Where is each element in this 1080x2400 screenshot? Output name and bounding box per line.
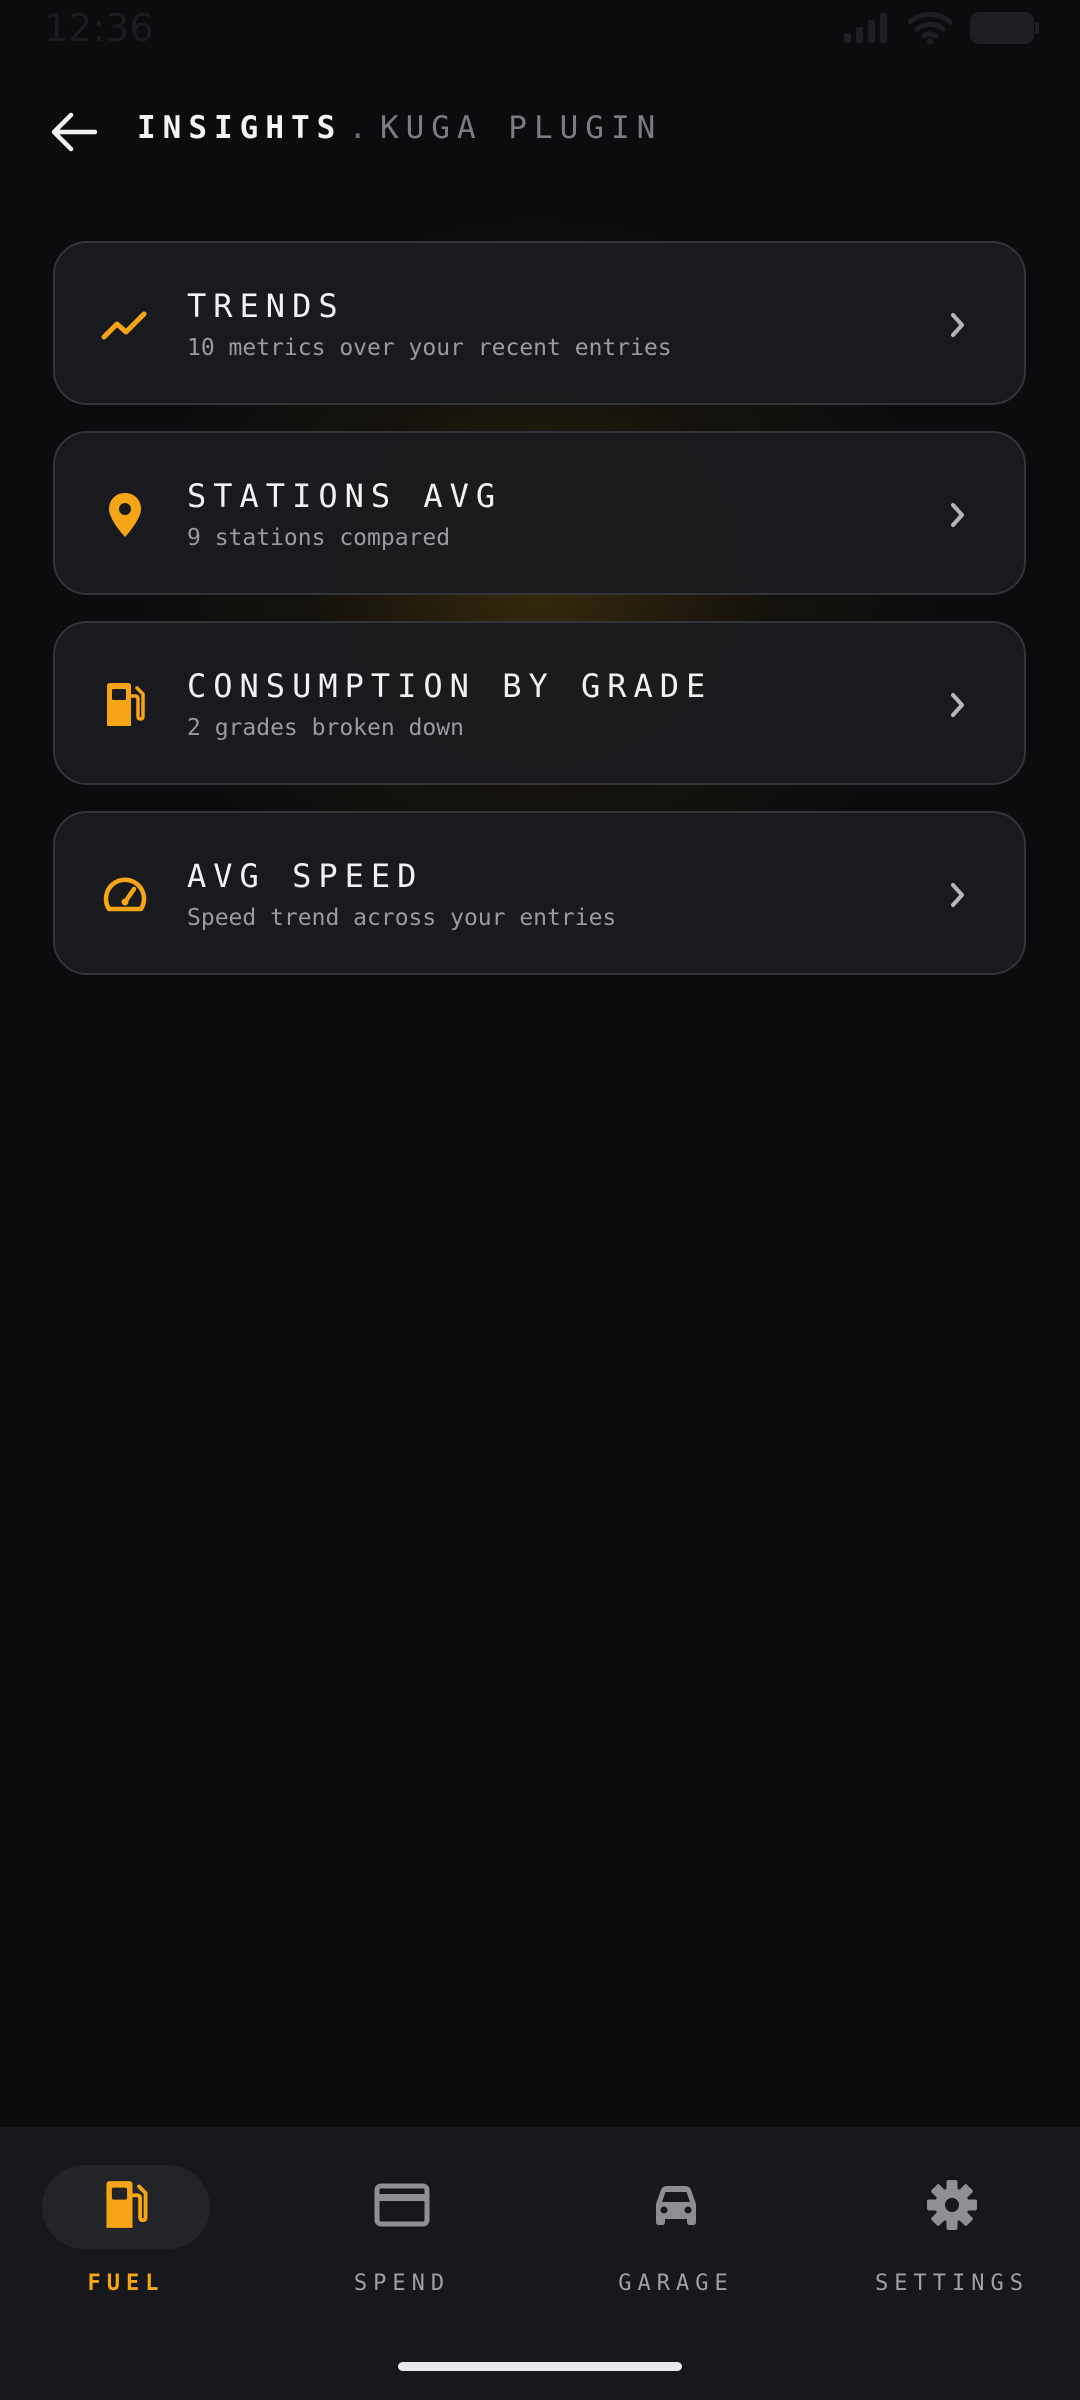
nav-icon-container [592, 2165, 760, 2249]
signal-icon [844, 13, 890, 43]
card-subtitle: Speed trend across your entries [187, 905, 617, 931]
battery-icon [970, 12, 1040, 44]
trending-up-icon [99, 299, 151, 351]
card-subtitle: 2 grades broken down [187, 715, 464, 741]
nav-item-spend[interactable]: SPEND [276, 2165, 496, 2325]
page-title-separator: . [348, 110, 374, 146]
chevron-right-icon [940, 875, 976, 915]
page-title-subtitle: KUGA PLUGIN [379, 110, 663, 146]
nav-item-settings[interactable]: SETTINGS [826, 2165, 1046, 2325]
gear-icon [926, 2179, 978, 2235]
car-icon [650, 2182, 702, 2232]
fuel-pump-icon [99, 679, 151, 731]
credit-card-icon [374, 2183, 430, 2231]
card-subtitle: 10 metrics over your recent entries [187, 335, 672, 361]
fuel-pump-icon [103, 2180, 149, 2234]
chevron-right-icon [940, 305, 976, 345]
nav-icon-container [318, 2165, 486, 2249]
speedometer-icon [99, 869, 151, 921]
status-icons [844, 12, 1040, 44]
page-title: INSIGHTS. KUGA PLUGIN [137, 110, 662, 146]
card-title: STATIONS AVG [187, 477, 503, 515]
bottom-navigation: FUEL SPEND GARAGE SETTINGS [0, 2127, 1080, 2400]
arrow-left-icon [51, 112, 98, 156]
insights-screen: 12:36 INSIGHTS . KUGA PLUGIN TRENDS 10 m… [0, 0, 1080, 2400]
chevron-right-icon [940, 685, 976, 725]
nav-label-settings: SETTINGS [875, 2271, 1029, 2296]
card-trends[interactable]: TRENDS 10 metrics over your recent entri… [53, 241, 1026, 405]
page-title-main: INSIGHTS [137, 110, 343, 146]
nav-label-fuel: FUEL [87, 2271, 165, 2296]
nav-item-garage[interactable]: GARAGE [550, 2165, 770, 2325]
nav-icon-container [868, 2165, 1036, 2249]
chevron-right-icon [940, 495, 976, 535]
nav-icon-container [42, 2165, 210, 2249]
status-time: 12:36 [44, 6, 154, 50]
wifi-icon [908, 12, 952, 44]
nav-label-garage: GARAGE [618, 2271, 734, 2296]
card-stations-avg[interactable]: STATIONS AVG 9 stations compared [53, 431, 1026, 595]
header: INSIGHTS. KUGA PLUGIN [0, 96, 1080, 168]
nav-label-spend: SPEND [353, 2271, 451, 2296]
insights-list: TRENDS 10 metrics over your recent entri… [53, 241, 1026, 1001]
back-button[interactable] [46, 106, 102, 162]
card-title: AVG SPEED [187, 857, 424, 895]
card-title: CONSUMPTION BY GRADE [187, 667, 713, 705]
nav-item-fuel[interactable]: FUEL [0, 2165, 220, 2325]
card-avg-speed[interactable]: AVG SPEED Speed trend across your entrie… [53, 811, 1026, 975]
card-title: TRENDS [187, 287, 345, 325]
home-indicator[interactable] [398, 2362, 682, 2371]
card-consumption-by-grade[interactable]: CONSUMPTION BY GRADE 2 grades broken dow… [53, 621, 1026, 785]
card-subtitle: 9 stations compared [187, 525, 451, 551]
location-pin-icon [99, 489, 151, 541]
status-bar: 12:36 [0, 0, 1080, 62]
